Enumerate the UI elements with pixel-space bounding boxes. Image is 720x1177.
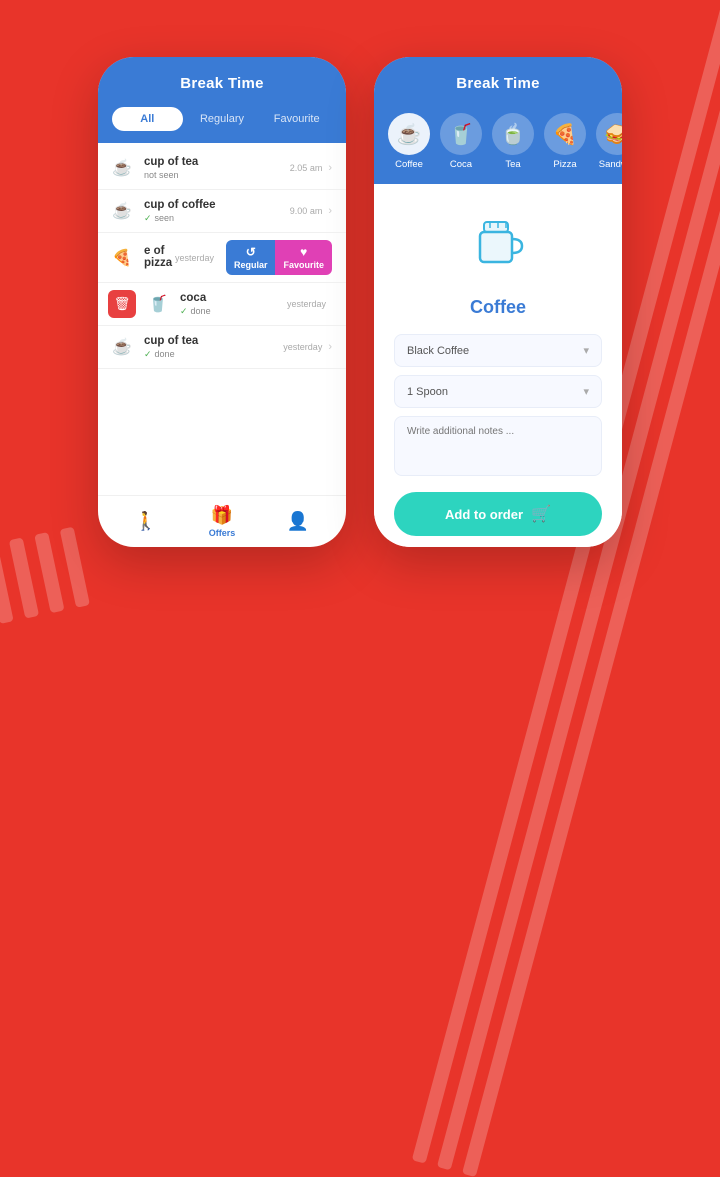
arrow-icon: › — [328, 162, 332, 174]
coca-label: Coca — [450, 159, 472, 170]
right-phone: Break Time ☕ Coffee 🥤 Coca 🍵 Tea 🍕 Pizza… — [374, 57, 622, 547]
list-item[interactable]: 🗑 🥤 coca ✓ done yesterday — [98, 283, 346, 326]
item-info: e of pizza — [144, 245, 175, 271]
item-time: 9.00 am — [290, 206, 323, 216]
category-sandwich[interactable]: 🥪 Sandw... — [596, 113, 622, 170]
item-name: cup of tea — [144, 335, 283, 347]
list-item[interactable]: ☕ cup of coffee ✓ seen 9.00 am › — [98, 190, 346, 233]
list-item[interactable]: ☕ cup of tea not seen 2.05 am › — [98, 147, 346, 190]
pizza-icon-circle: 🍕 — [544, 113, 586, 155]
coffee-type-select[interactable]: Black Coffee ▾ — [394, 334, 602, 367]
coffee-type-value: Black Coffee — [407, 345, 469, 357]
tea-icon-circle: 🍵 — [492, 113, 534, 155]
check-icon: ✓ — [180, 306, 188, 317]
item-icon: ☕ — [108, 197, 136, 225]
swipe-actions: ↺ Regular ♥ Favourite — [226, 240, 332, 275]
list-item[interactable]: 🍕 e of pizza yesterday ↺ Regular ♥ Favou… — [98, 233, 346, 283]
arrow-icon: › — [328, 205, 332, 217]
phones-container: Break Time All Regulary Favourite ☕ cup … — [98, 57, 622, 547]
offers-icon: 🎁 — [211, 505, 233, 526]
left-tab-bar: All Regulary Favourite — [98, 107, 346, 143]
sandwich-label: Sandw... — [599, 159, 622, 170]
product-title: Coffee — [470, 297, 526, 318]
heart-icon: ♥ — [300, 245, 307, 259]
right-header-title: Break Time — [456, 75, 540, 92]
item-time: yesterday — [283, 342, 322, 352]
item-status: not seen — [144, 170, 290, 180]
product-icon — [462, 204, 534, 291]
item-status: ✓ seen — [144, 213, 290, 224]
coffee-icon-circle: ☕ — [388, 113, 430, 155]
item-icon: 🥤 — [144, 290, 172, 318]
category-scroll: ☕ Coffee 🥤 Coca 🍵 Tea 🍕 Pizza 🥪 Sandw... — [374, 107, 622, 184]
favourite-label: Favourite — [283, 260, 324, 270]
nav-home[interactable]: 🚶 — [124, 511, 168, 532]
favourite-button[interactable]: ♥ Favourite — [275, 240, 332, 275]
category-pizza[interactable]: 🍕 Pizza — [544, 113, 586, 170]
category-coca[interactable]: 🥤 Coca — [440, 113, 482, 170]
offers-label: Offers — [209, 528, 236, 538]
add-order-label: Add to order — [445, 507, 523, 522]
item-name: cup of tea — [144, 156, 290, 168]
status-text: not seen — [144, 170, 179, 180]
nav-offers[interactable]: 🎁 Offers — [200, 505, 244, 538]
tab-regulary[interactable]: Regulary — [187, 107, 258, 131]
regular-icon: ↺ — [246, 245, 256, 259]
check-icon: ✓ — [144, 213, 152, 224]
status-text: done — [155, 349, 175, 359]
left-header-title: Break Time — [180, 75, 264, 92]
item-time: yesterday — [287, 299, 326, 309]
arrow-icon: › — [328, 341, 332, 353]
product-content: Coffee Black Coffee ▾ 1 Spoon ▾ Add to o… — [374, 184, 622, 547]
cart-icon: 🛒 — [531, 504, 551, 524]
spoon-select[interactable]: 1 Spoon ▾ — [394, 375, 602, 408]
item-info: coca ✓ done — [180, 292, 287, 317]
tea-label: Tea — [505, 159, 520, 170]
pizza-label: Pizza — [553, 159, 576, 170]
regular-button[interactable]: ↺ Regular — [226, 240, 276, 275]
coca-icon-circle: 🥤 — [440, 113, 482, 155]
left-phone: Break Time All Regulary Favourite ☕ cup … — [98, 57, 346, 547]
item-icon: ☕ — [108, 333, 136, 361]
left-bottom-nav: 🚶 🎁 Offers 👤 — [98, 495, 346, 547]
list-item[interactable]: ☕ cup of tea ✓ done yesterday › — [98, 326, 346, 369]
sandwich-icon-circle: 🥪 — [596, 113, 622, 155]
item-icon: 🍕 — [108, 244, 136, 272]
add-order-button[interactable]: Add to order 🛒 — [394, 492, 602, 536]
item-status: ✓ done — [180, 306, 287, 317]
item-status: ✓ done — [144, 349, 283, 360]
tab-favourite[interactable]: Favourite — [261, 107, 332, 131]
item-icon: ☕ — [108, 154, 136, 182]
trash-icon: 🗑 — [114, 296, 131, 312]
notes-field[interactable] — [394, 416, 602, 476]
spoon-value: 1 Spoon — [407, 386, 448, 398]
profile-icon: 👤 — [287, 511, 309, 532]
regular-label: Regular — [234, 260, 268, 270]
delete-button[interactable]: 🗑 — [108, 290, 136, 318]
person-icon: 🚶 — [135, 511, 157, 532]
select-arrow-icon: ▾ — [583, 344, 589, 357]
item-info: cup of coffee ✓ seen — [144, 199, 290, 224]
item-name: coca — [180, 292, 287, 304]
status-text: seen — [155, 213, 175, 223]
tab-all[interactable]: All — [112, 107, 183, 131]
right-header: Break Time — [374, 57, 622, 107]
left-header: Break Time — [98, 57, 346, 107]
item-time: yesterday — [175, 253, 214, 263]
coffee-label: Coffee — [395, 159, 423, 170]
select-arrow-icon2: ▾ — [583, 385, 589, 398]
item-info: cup of tea not seen — [144, 156, 290, 180]
nav-profile[interactable]: 👤 — [276, 511, 320, 532]
item-name: cup of coffee — [144, 199, 290, 211]
item-info: cup of tea ✓ done — [144, 335, 283, 360]
category-coffee[interactable]: ☕ Coffee — [388, 113, 430, 170]
category-tea[interactable]: 🍵 Tea — [492, 113, 534, 170]
check-icon: ✓ — [144, 349, 152, 360]
order-list: ☕ cup of tea not seen 2.05 am › ☕ cup of… — [98, 143, 346, 495]
item-time: 2.05 am — [290, 163, 323, 173]
status-text: done — [191, 306, 211, 316]
item-name: e of pizza — [144, 245, 175, 269]
